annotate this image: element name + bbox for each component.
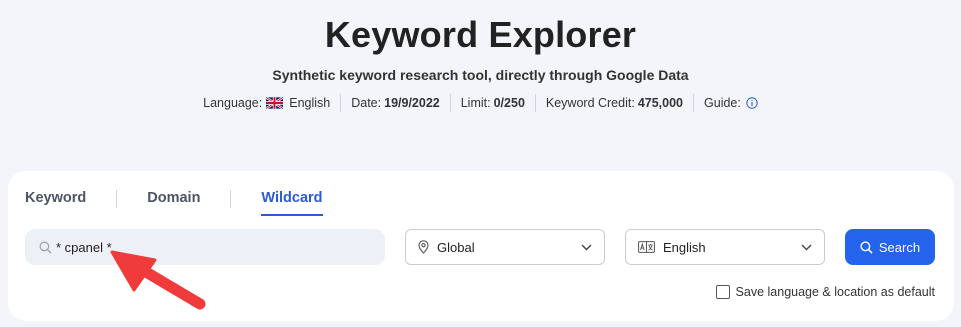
search-box[interactable] (25, 229, 385, 265)
date-label: Date: (351, 96, 382, 110)
meta-limit: Limit: 0/250 (449, 94, 535, 112)
date-value: 19/9/2022 (384, 96, 440, 110)
limit-label: Limit: (460, 96, 491, 110)
page-subtitle: Synthetic keyword research tool, directl… (272, 67, 689, 83)
page-title: Keyword Explorer (324, 14, 637, 55)
chevron-down-icon (801, 244, 812, 250)
credit-label: Keyword Credit: (545, 96, 635, 110)
tab-keyword[interactable]: Keyword (25, 190, 86, 213)
search-icon (39, 241, 52, 254)
meta-row: Language: English Date: 19/9/2022 Limit:… (0, 94, 961, 112)
location-pin-icon (418, 240, 429, 254)
search-button[interactable]: Search (845, 229, 935, 265)
meta-date: Date: 19/9/2022 (340, 94, 450, 112)
language-label: Language: (203, 96, 263, 110)
location-select-value: Global (437, 239, 475, 255)
language-select[interactable]: English (625, 229, 825, 265)
tab-domain[interactable]: Domain (147, 190, 200, 213)
credit-value: 475,000 (637, 96, 684, 110)
tab-bar: Keyword Domain Wildcard (25, 190, 323, 216)
meta-credit: Keyword Credit: 475,000 (534, 94, 693, 112)
translate-icon (638, 241, 655, 253)
tab-divider (230, 190, 232, 208)
save-default-label: Save language & location as default (735, 285, 935, 299)
search-input[interactable] (56, 239, 356, 255)
info-icon[interactable] (746, 97, 758, 109)
uk-flag-icon (266, 97, 284, 109)
location-select[interactable]: Global (405, 229, 605, 265)
chevron-down-icon (581, 244, 592, 250)
save-default-checkbox[interactable] (715, 285, 730, 299)
guide-label: Guide: (704, 96, 741, 110)
save-default-option[interactable]: Save language & location as default (715, 285, 935, 299)
limit-value: 0/250 (493, 96, 525, 110)
language-select-value: English (663, 239, 706, 255)
meta-guide: Guide: (693, 94, 768, 112)
tab-divider (116, 190, 118, 208)
search-button-label: Search (878, 239, 921, 255)
language-value: English (289, 96, 331, 110)
meta-language: Language: English (193, 94, 340, 112)
search-icon (860, 240, 873, 254)
tab-wildcard[interactable]: Wildcard (261, 190, 323, 216)
search-card: Keyword Domain Wildcard Global English (8, 171, 954, 321)
